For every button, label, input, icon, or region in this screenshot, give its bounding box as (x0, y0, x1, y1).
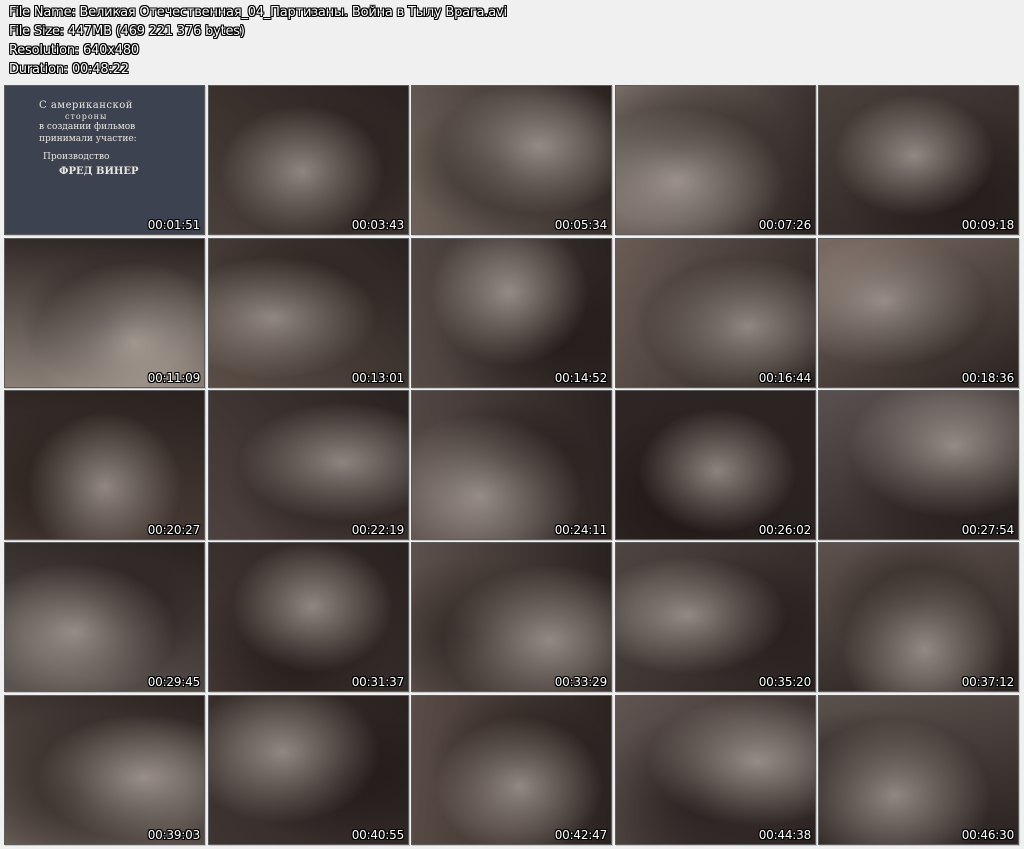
timestamp: 00:20:27 (147, 523, 200, 537)
video-thumbnail: 00:31:37 (208, 542, 409, 692)
timestamp: 00:05:34 (554, 218, 607, 232)
film-frame (5, 391, 204, 539)
film-frame (209, 86, 408, 234)
timestamp: 00:42:47 (554, 828, 607, 842)
video-thumbnail: 00:09:18 (818, 85, 1019, 235)
timestamp: 00:22:19 (351, 523, 404, 537)
file-size: File Size: 447MB (469 221 376 bytes) (9, 24, 245, 39)
credits-text: в создании фильмов (39, 122, 136, 132)
film-frame (819, 239, 1018, 387)
film-frame (616, 239, 815, 387)
timestamp: 00:37:12 (961, 675, 1014, 689)
film-frame (209, 543, 408, 691)
film-frame (412, 86, 611, 234)
film-frame (819, 86, 1018, 234)
film-frame (412, 239, 611, 387)
timestamp: 00:18:36 (961, 371, 1014, 385)
video-thumbnail: 00:46:30 (818, 695, 1019, 845)
film-frame (5, 239, 204, 387)
file-name: File Name: Великая Отечественная_04_Парт… (9, 5, 507, 20)
credits-text: принимали участие: (39, 134, 137, 144)
timestamp: 00:11:09 (147, 371, 200, 385)
film-frame (819, 696, 1018, 844)
film-frame (616, 391, 815, 539)
timestamp: 00:26:02 (758, 523, 811, 537)
film-frame (819, 543, 1018, 691)
timestamp: 00:33:29 (554, 675, 607, 689)
timestamp: 00:24:11 (554, 523, 607, 537)
video-thumbnail: 00:39:03 (4, 695, 205, 845)
video-thumbnail: 00:16:44 (615, 238, 816, 388)
video-thumbnail: 00:37:12 (818, 542, 1019, 692)
timestamp: 00:13:01 (351, 371, 404, 385)
video-thumbnail: 00:20:27 (4, 390, 205, 540)
video-thumbnail: 00:22:19 (208, 390, 409, 540)
timestamp: 00:01:51 (147, 218, 200, 232)
film-frame (209, 391, 408, 539)
video-thumbnail: 00:05:34 (411, 85, 612, 235)
resolution: Resolution: 640x480 (9, 43, 139, 58)
film-frame (819, 391, 1018, 539)
timestamp: 00:27:54 (961, 523, 1014, 537)
film-frame (412, 391, 611, 539)
video-thumbnail: 00:11:09 (4, 238, 205, 388)
video-thumbnail: 00:33:29 (411, 542, 612, 692)
video-thumbnail: С американской стороны в создании фильмов п… (4, 85, 205, 235)
file-info-header: File Name: Великая Отечественная_04_Парт… (9, 3, 507, 79)
timestamp: 00:40:55 (351, 828, 404, 842)
credits-text: ФРЕД ВИНЕР (59, 166, 139, 177)
timestamp: 00:07:26 (758, 218, 811, 232)
video-thumbnail: 00:24:11 (411, 390, 612, 540)
video-thumbnail: 00:44:38 (615, 695, 816, 845)
video-thumbnail: 00:29:45 (4, 542, 205, 692)
video-thumbnail: 00:18:36 (818, 238, 1019, 388)
video-thumbnail: 00:42:47 (411, 695, 612, 845)
film-frame (209, 696, 408, 844)
video-thumbnail: 00:35:20 (615, 542, 816, 692)
timestamp: 00:03:43 (351, 218, 404, 232)
video-thumbnail: 00:07:26 (615, 85, 816, 235)
timestamp: 00:14:52 (554, 371, 607, 385)
film-frame (209, 239, 408, 387)
timestamp: 00:29:45 (147, 675, 200, 689)
film-frame (5, 543, 204, 691)
film-frame (616, 696, 815, 844)
timestamp: 00:31:37 (351, 675, 404, 689)
timestamp: 00:09:18 (961, 218, 1014, 232)
timestamp: 00:35:20 (758, 675, 811, 689)
film-frame (412, 696, 611, 844)
credits-frame: С американской стороны в создании фильмов п… (5, 86, 204, 234)
credits-text: стороны (65, 112, 108, 121)
video-thumbnail: 00:03:43 (208, 85, 409, 235)
film-frame (616, 543, 815, 691)
video-thumbnail: 00:14:52 (411, 238, 612, 388)
timestamp: 00:46:30 (961, 828, 1014, 842)
film-frame (616, 86, 815, 234)
video-thumbnail: 00:26:02 (615, 390, 816, 540)
timestamp: 00:39:03 (147, 828, 200, 842)
timestamp: 00:44:38 (758, 828, 811, 842)
credits-text: Производство (43, 152, 110, 162)
video-thumbnail: 00:40:55 (208, 695, 409, 845)
film-frame (5, 696, 204, 844)
video-thumbnail: 00:27:54 (818, 390, 1019, 540)
credits-text: С американской (39, 100, 133, 111)
timestamp: 00:16:44 (758, 371, 811, 385)
duration: Duration: 00:48:22 (9, 62, 129, 77)
film-frame (412, 543, 611, 691)
video-thumbnail: 00:13:01 (208, 238, 409, 388)
